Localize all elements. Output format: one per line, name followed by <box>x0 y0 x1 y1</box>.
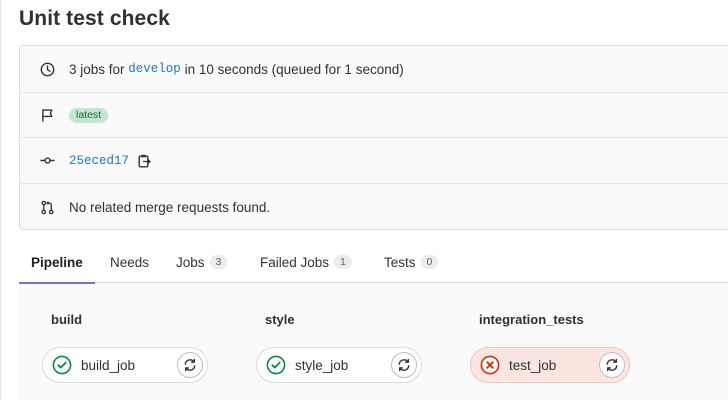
left-divider <box>0 0 1 400</box>
latest-badge: latest <box>69 107 109 123</box>
merge-requests-row: No related merge requests found. <box>20 183 728 230</box>
status-success-icon <box>266 355 286 375</box>
commit-icon <box>39 153 55 169</box>
stage-title-integration-tests: integration_tests <box>479 312 584 327</box>
summary-prefix: 3 jobs for <box>69 61 125 77</box>
badges-row: latest <box>20 92 728 137</box>
tab-failed-jobs-label: Failed Jobs <box>260 254 330 270</box>
summary-suffix: in 10 seconds (queued for 1 second) <box>184 61 404 77</box>
flag-icon <box>39 107 55 123</box>
job-style-job[interactable]: style_job <box>256 347 422 383</box>
tab-tests-count: 0 <box>420 255 439 269</box>
merge-request-icon <box>39 199 55 215</box>
tab-needs-label: Needs <box>110 254 150 270</box>
retry-button[interactable] <box>177 352 203 378</box>
tab-pipeline[interactable]: Pipeline <box>19 241 95 284</box>
status-success-icon <box>52 355 72 375</box>
status-failed-icon <box>480 355 500 375</box>
pipeline-info-box: 3 jobs for develop in 10 seconds (queued… <box>19 45 728 230</box>
retry-button[interactable] <box>391 352 417 378</box>
tab-jobs-count: 3 <box>209 255 228 269</box>
tab-pipeline-label: Pipeline <box>31 254 83 270</box>
job-name: test_job <box>509 357 557 373</box>
tab-tests-label: Tests <box>384 254 416 270</box>
job-name: style_job <box>295 357 349 373</box>
pipeline-summary-row: 3 jobs for develop in 10 seconds (queued… <box>20 46 728 92</box>
pipeline-graph: build style integration_tests build_job … <box>19 284 728 400</box>
commit-sha-link[interactable]: 25eced17 <box>69 154 129 168</box>
retry-icon <box>606 358 618 372</box>
commit-row: 25eced17 <box>20 137 728 183</box>
clipboard-icon[interactable] <box>138 154 151 168</box>
tab-jobs[interactable]: Jobs 3 <box>176 241 228 283</box>
retry-button[interactable] <box>599 352 625 378</box>
stage-title-build: build <box>51 312 83 327</box>
job-test-job[interactable]: test_job <box>470 347 630 383</box>
page-title: Unit test check <box>19 7 170 30</box>
stage-title-style: style <box>265 312 295 327</box>
tab-tests[interactable]: Tests 0 <box>384 241 439 283</box>
branch-link[interactable]: develop <box>128 62 181 76</box>
pipeline-tabs: Pipeline Needs Jobs 3 Failed Jobs 1 Test… <box>19 241 728 284</box>
job-name: build_job <box>81 357 136 373</box>
tab-jobs-label: Jobs <box>176 254 205 270</box>
job-build-job[interactable]: build_job <box>42 347 208 383</box>
tab-needs[interactable]: Needs <box>110 241 149 283</box>
tab-failed-jobs[interactable]: Failed Jobs 1 <box>260 241 352 283</box>
tab-failed-jobs-count: 1 <box>334 255 352 269</box>
clock-icon <box>39 61 55 77</box>
no-merge-requests-text: No related merge requests found. <box>69 199 271 215</box>
retry-icon <box>398 358 410 372</box>
retry-icon <box>184 358 196 372</box>
